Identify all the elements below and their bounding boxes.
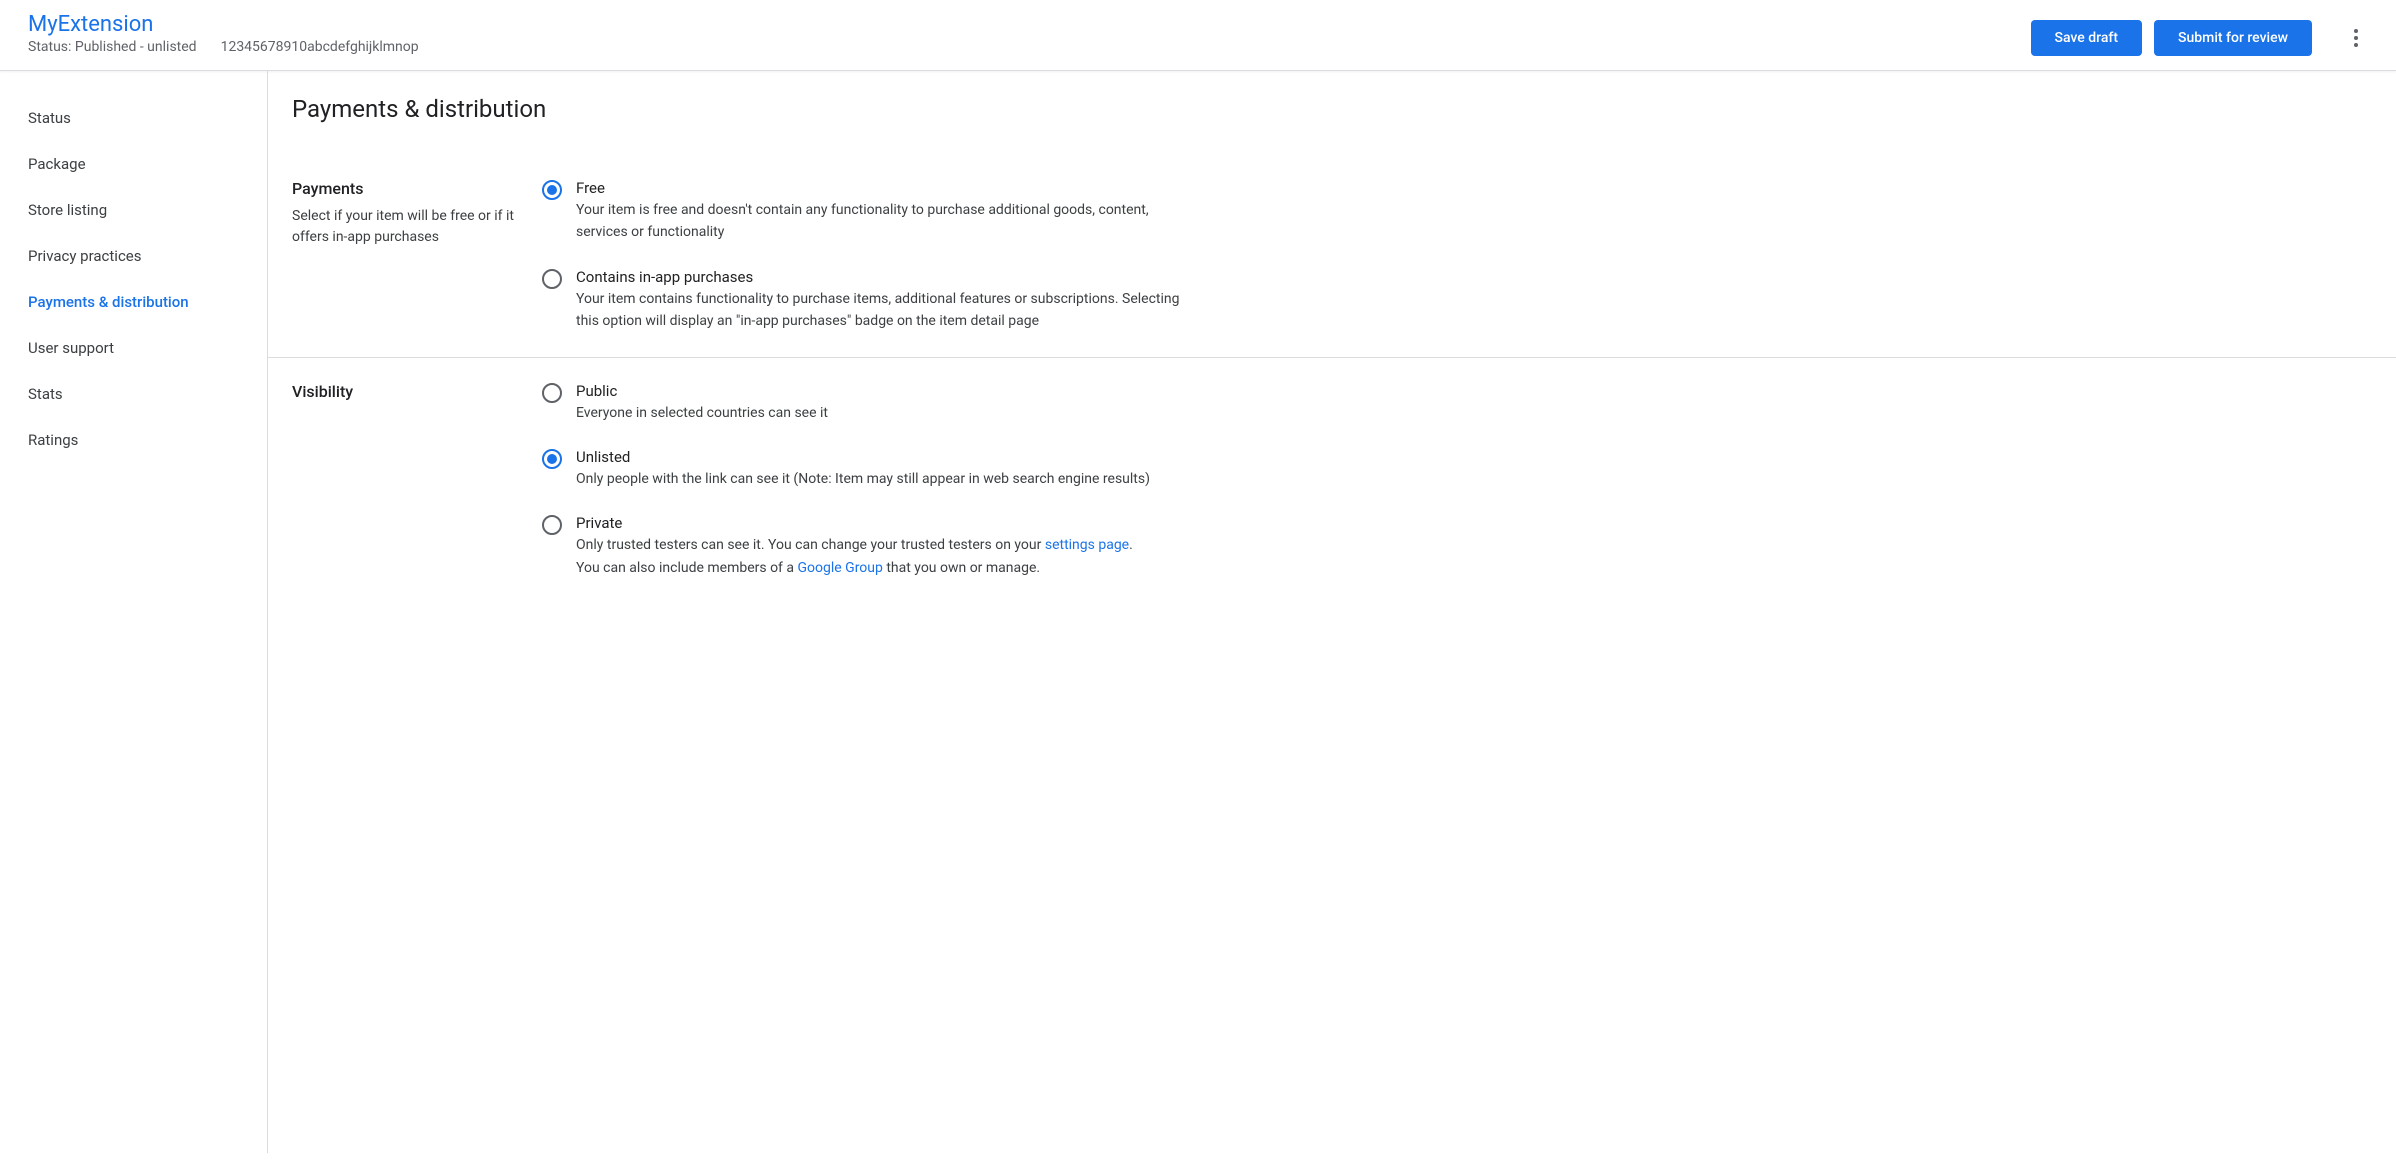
- private-desc-part3: You can also include members of a: [576, 560, 797, 576]
- header-right: Save draft Submit for review: [2031, 12, 2368, 56]
- radio-iap-label: Contains in-app purchases: [576, 268, 1182, 286]
- radio-unlisted[interactable]: [542, 449, 562, 469]
- visibility-section: Visibility Public Everyone in selected c…: [268, 358, 2396, 604]
- radio-free[interactable]: [542, 180, 562, 200]
- sidebar-item-user-support[interactable]: User support: [0, 325, 267, 371]
- visibility-option-unlisted[interactable]: Unlisted Only people with the link can s…: [542, 448, 1182, 490]
- radio-unlisted-content: Unlisted Only people with the link can s…: [576, 448, 1182, 490]
- private-desc-part2: .: [1129, 537, 1133, 553]
- item-id-text: 12345678910abcdefghijklmnop: [221, 39, 419, 55]
- header: MyExtension Status: Published - unlisted…: [0, 0, 2396, 71]
- sidebar-item-payments-distribution[interactable]: Payments & distribution: [0, 279, 267, 325]
- header-left: MyExtension Status: Published - unlisted…: [28, 12, 419, 55]
- sidebar: Status Package Store listing Privacy pra…: [0, 71, 268, 1153]
- sidebar-item-status[interactable]: Status: [0, 95, 267, 141]
- radio-free-label: Free: [576, 179, 1182, 197]
- radio-private-content: Private Only trusted testers can see it.…: [576, 514, 1182, 579]
- radio-public-label: Public: [576, 382, 1182, 400]
- payments-section-left: Payments Select if your item will be fre…: [292, 179, 518, 333]
- visibility-option-public[interactable]: Public Everyone in selected countries ca…: [542, 382, 1182, 424]
- radio-public-desc: Everyone in selected countries can see i…: [576, 402, 1182, 424]
- sidebar-item-stats[interactable]: Stats: [0, 371, 267, 417]
- radio-unlisted-desc: Only people with the link can see it (No…: [576, 468, 1182, 490]
- sidebar-item-ratings[interactable]: Ratings: [0, 417, 267, 463]
- sidebar-item-package[interactable]: Package: [0, 141, 267, 187]
- payments-title: Payments: [292, 179, 518, 198]
- visibility-title: Visibility: [292, 382, 518, 401]
- status-text: Status: Published - unlisted: [28, 39, 197, 55]
- visibility-option-private[interactable]: Private Only trusted testers can see it.…: [542, 514, 1182, 579]
- google-group-link[interactable]: Google Group: [797, 560, 882, 576]
- radio-iap-desc: Your item contains functionality to purc…: [576, 288, 1182, 333]
- radio-private-desc: Only trusted testers can see it. You can…: [576, 534, 1182, 579]
- radio-public-content: Public Everyone in selected countries ca…: [576, 382, 1182, 424]
- visibility-options: Public Everyone in selected countries ca…: [542, 382, 1182, 580]
- payments-section: Payments Select if your item will be fre…: [268, 155, 2396, 358]
- radio-free-content: Free Your item is free and doesn't conta…: [576, 179, 1182, 244]
- extension-title[interactable]: MyExtension: [28, 12, 419, 37]
- private-desc-part1: Only trusted testers can see it. You can…: [576, 537, 1045, 553]
- payments-description: Select if your item will be free or if i…: [292, 206, 518, 248]
- header-meta: Status: Published - unlisted 12345678910…: [28, 39, 419, 55]
- main-content: Payments & distribution Payments Select …: [268, 71, 2396, 1153]
- payments-options: Free Your item is free and doesn't conta…: [542, 179, 1182, 333]
- private-desc-part4: that you own or manage.: [883, 560, 1040, 576]
- radio-free-desc: Your item is free and doesn't contain an…: [576, 199, 1182, 244]
- radio-private-label: Private: [576, 514, 1182, 532]
- sidebar-item-store-listing[interactable]: Store listing: [0, 187, 267, 233]
- radio-unlisted-label: Unlisted: [576, 448, 1182, 466]
- payment-option-iap[interactable]: Contains in-app purchases Your item cont…: [542, 268, 1182, 333]
- radio-iap[interactable]: [542, 269, 562, 289]
- radio-private[interactable]: [542, 515, 562, 535]
- sidebar-item-privacy-practices[interactable]: Privacy practices: [0, 233, 267, 279]
- page-title: Payments & distribution: [268, 71, 2396, 155]
- settings-page-link[interactable]: settings page: [1045, 537, 1129, 553]
- radio-iap-content: Contains in-app purchases Your item cont…: [576, 268, 1182, 333]
- payment-option-free[interactable]: Free Your item is free and doesn't conta…: [542, 179, 1182, 244]
- more-options-icon[interactable]: [2344, 26, 2368, 50]
- visibility-section-left: Visibility: [292, 382, 518, 580]
- save-draft-button[interactable]: Save draft: [2031, 20, 2143, 56]
- submit-for-review-button[interactable]: Submit for review: [2154, 20, 2312, 56]
- radio-public[interactable]: [542, 383, 562, 403]
- body-wrap: Status Package Store listing Privacy pra…: [0, 71, 2396, 1153]
